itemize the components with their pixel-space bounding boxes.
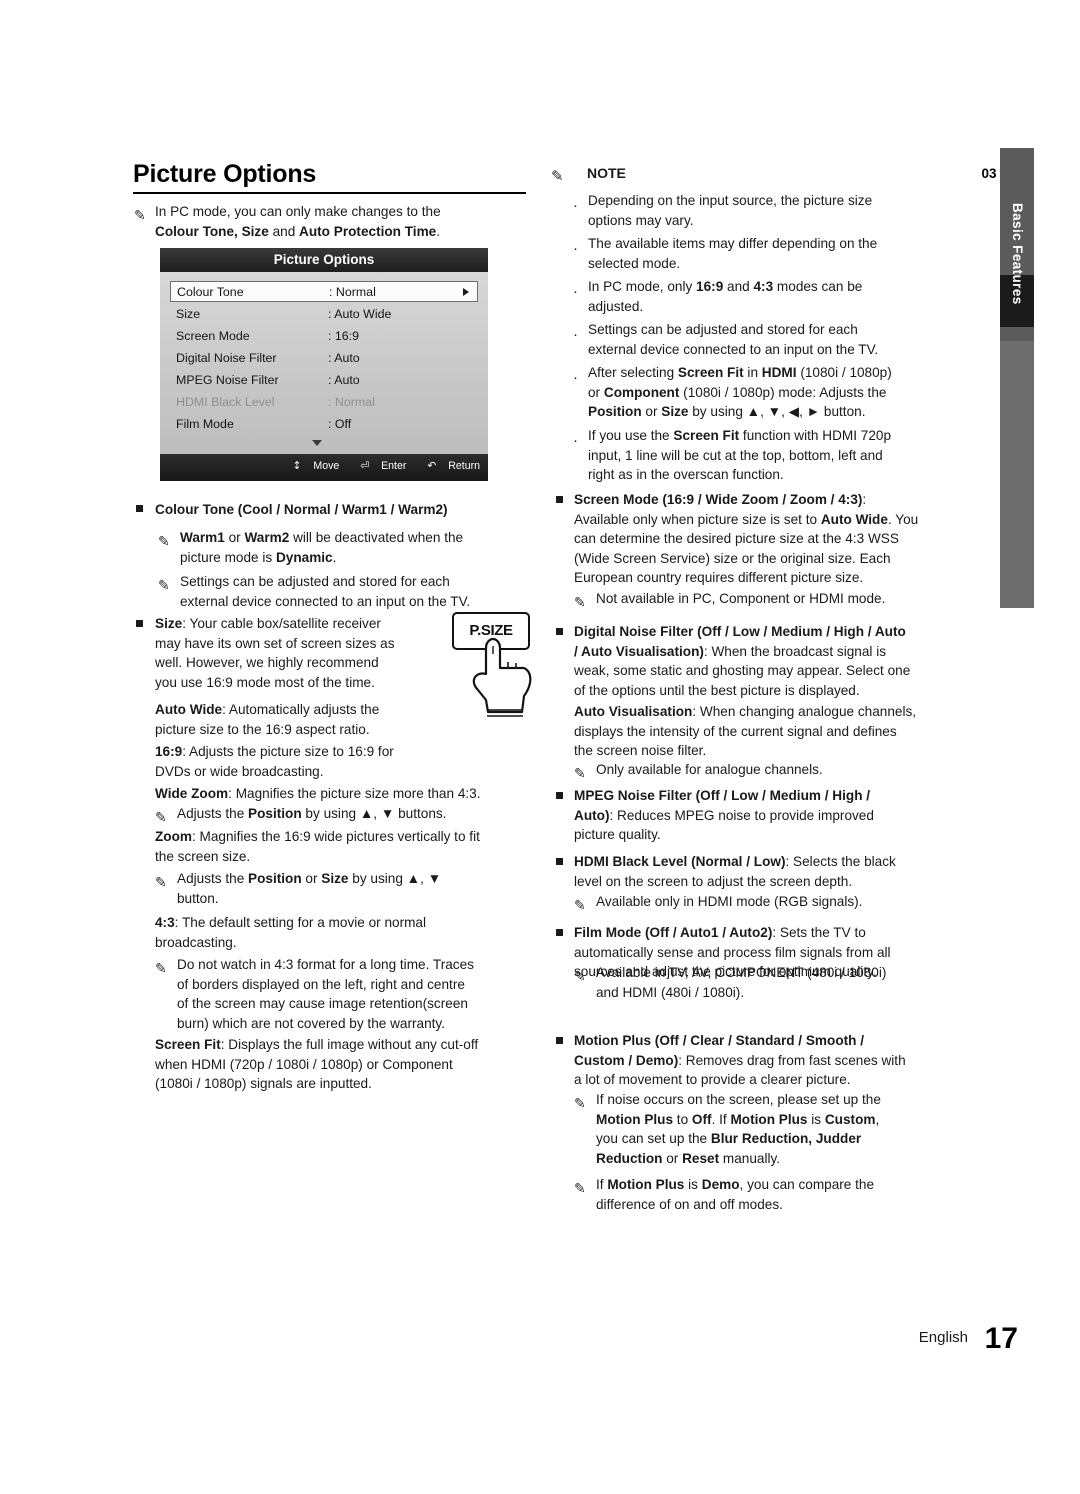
hdmi-black-level-block: HDMI Black Level (Normal / Low): Selects…	[574, 854, 896, 889]
size-43-note: Do not watch in 4:3 format for a long ti…	[177, 957, 474, 1031]
bullet-dot: ·	[573, 283, 578, 300]
screen-mode-block: Screen Mode (16:9 / Wide Zoom / Zoom / 4…	[574, 492, 919, 586]
note-pencil-icon: ✎	[134, 207, 146, 223]
scroll-down-icon	[312, 440, 322, 446]
bullet-square	[556, 1037, 563, 1044]
note-title: NOTE	[587, 165, 626, 181]
motion-plus-note-2: If Motion Plus is Demo, you can compare …	[596, 1177, 875, 1212]
colour-tone-heading: Colour Tone (Cool / Normal / Warm1 / War…	[155, 502, 448, 517]
hand-pointer-icon	[472, 637, 532, 717]
osd-picture-options: Picture Options Colour Tone : Normal Siz…	[160, 248, 488, 481]
osd-hint-move: ↕ Move	[292, 460, 340, 472]
bullet-square	[556, 929, 563, 936]
footer-language: English	[918, 1329, 968, 1346]
dnf-note: Only available for analogue channels.	[596, 762, 823, 777]
psize-button-art: P.SIZE	[440, 612, 550, 727]
motion-plus-note-1: If noise occurs on the screen, please se…	[596, 1092, 881, 1166]
note-pencil-icon: ✎	[155, 874, 167, 890]
note-pencil-icon: ✎	[574, 897, 586, 913]
osd-row[interactable]: Colour Tone : Normal	[170, 281, 478, 302]
note-item: In PC mode, only 16:9 and 4:3 modes can …	[588, 279, 863, 314]
osd-hint-enter: ⏎ Enter	[360, 460, 407, 472]
size-heading: Size: Your cable box/satellite receiver …	[155, 616, 395, 690]
osd-row[interactable]: Digital Noise Filter : Auto	[170, 348, 478, 369]
bullet-square	[556, 858, 563, 865]
note-item: Settings can be adjusted and stored for …	[588, 322, 879, 357]
note-item: After selecting Screen Fit in HDMI (1080…	[588, 365, 892, 420]
film-mode-note: Available in TV, AV, COMPONENT (480i / 1…	[596, 965, 887, 1000]
note-pencil-icon: ✎	[574, 1095, 586, 1111]
manual-page: 03 Basic Features Picture Options ✎ In P…	[0, 0, 1080, 1494]
note-pencil-icon: ✎	[155, 809, 167, 825]
bullet-square	[556, 628, 563, 635]
colour-tone-note-2: Settings can be adjusted and stored for …	[180, 574, 471, 609]
intro-note: In PC mode, you can only make changes to…	[155, 204, 441, 239]
colour-tone-note-1: Warm1 or Warm2 will be deactivated when …	[180, 530, 464, 565]
osd-row: HDMI Black Level : Normal	[176, 395, 375, 409]
note-item: Depending on the input source, the pictu…	[588, 193, 873, 228]
osd-footer-hints: ↕ Move ⏎ Enter ↶ Return	[275, 460, 480, 472]
bullet-dot: ·	[573, 240, 578, 257]
mpeg-noise-filter-block: MPEG Noise Filter (Off / Low / Medium / …	[574, 788, 874, 843]
screen-mode-note: Not available in PC, Component or HDMI m…	[596, 591, 886, 606]
screen-fit-text: Screen Fit: Displays the full image with…	[155, 1037, 479, 1092]
bullet-square	[556, 792, 563, 799]
auto-visualisation-block: Auto Visualisation: When changing analog…	[574, 704, 917, 759]
size-169-text: 16:9: Adjusts the picture size to 16:9 f…	[155, 744, 394, 779]
size-43-text: 4:3: The default setting for a movie or …	[155, 915, 427, 950]
bullet-dot: ·	[573, 197, 578, 214]
chapter-tab-label: 03 Basic Features	[981, 148, 1034, 608]
osd-title: Picture Options	[160, 248, 488, 272]
note-item: The available items may differ depending…	[588, 236, 878, 271]
osd-row[interactable]: MPEG Noise Filter : Auto	[170, 370, 478, 391]
bullet-square	[556, 496, 563, 503]
osd-row[interactable]: Screen Mode : 16:9	[170, 326, 478, 347]
note-pencil-icon: ✎	[574, 765, 586, 781]
motion-plus-block: Motion Plus (Off / Clear / Standard / Sm…	[574, 1033, 906, 1088]
note-item: If you use the Screen Fit function with …	[588, 428, 892, 483]
chevron-right-icon	[463, 288, 469, 296]
bullet-square	[136, 620, 143, 627]
osd-row[interactable]: Size : Auto Wide	[170, 304, 478, 325]
note-pencil-icon: ✎	[155, 960, 167, 976]
chapter-name: Basic Features	[1010, 203, 1025, 305]
note-pencil-icon: ✎	[158, 577, 170, 593]
hdmi-black-level-note: Available only in HDMI mode (RGB signals…	[596, 894, 863, 909]
note-pencil-icon: ✎	[551, 168, 564, 185]
bullet-square	[136, 505, 143, 512]
osd-hint-return: ↶ Return	[427, 460, 480, 472]
note-pencil-icon: ✎	[574, 968, 586, 984]
bullet-dot: ·	[573, 369, 578, 386]
note-pencil-icon: ✎	[158, 533, 170, 549]
auto-wide-text: Auto Wide: Automatically adjusts the pic…	[155, 702, 380, 737]
zoom-note: Adjusts the Position or Size by using ▲,…	[177, 871, 442, 906]
digital-noise-filter-block: Digital Noise Filter (Off / Low / Medium…	[574, 624, 911, 698]
footer-page-number: 17	[984, 1322, 1018, 1355]
wide-zoom-text: Wide Zoom: Magnifies the picture size mo…	[155, 786, 481, 801]
title-rule	[133, 192, 526, 194]
osd-row[interactable]: Film Mode : Off	[170, 414, 478, 435]
wide-zoom-note: Adjusts the Position by using ▲, ▼ butto…	[177, 806, 447, 821]
page-title: Picture Options	[133, 160, 317, 188]
zoom-text: Zoom: Magnifies the 16:9 wide pictures v…	[155, 829, 480, 864]
chapter-number: 03	[981, 166, 997, 181]
bullet-dot: ·	[573, 326, 578, 343]
note-pencil-icon: ✎	[574, 594, 586, 610]
note-pencil-icon: ✎	[574, 1180, 586, 1196]
bullet-dot: ·	[573, 432, 578, 449]
